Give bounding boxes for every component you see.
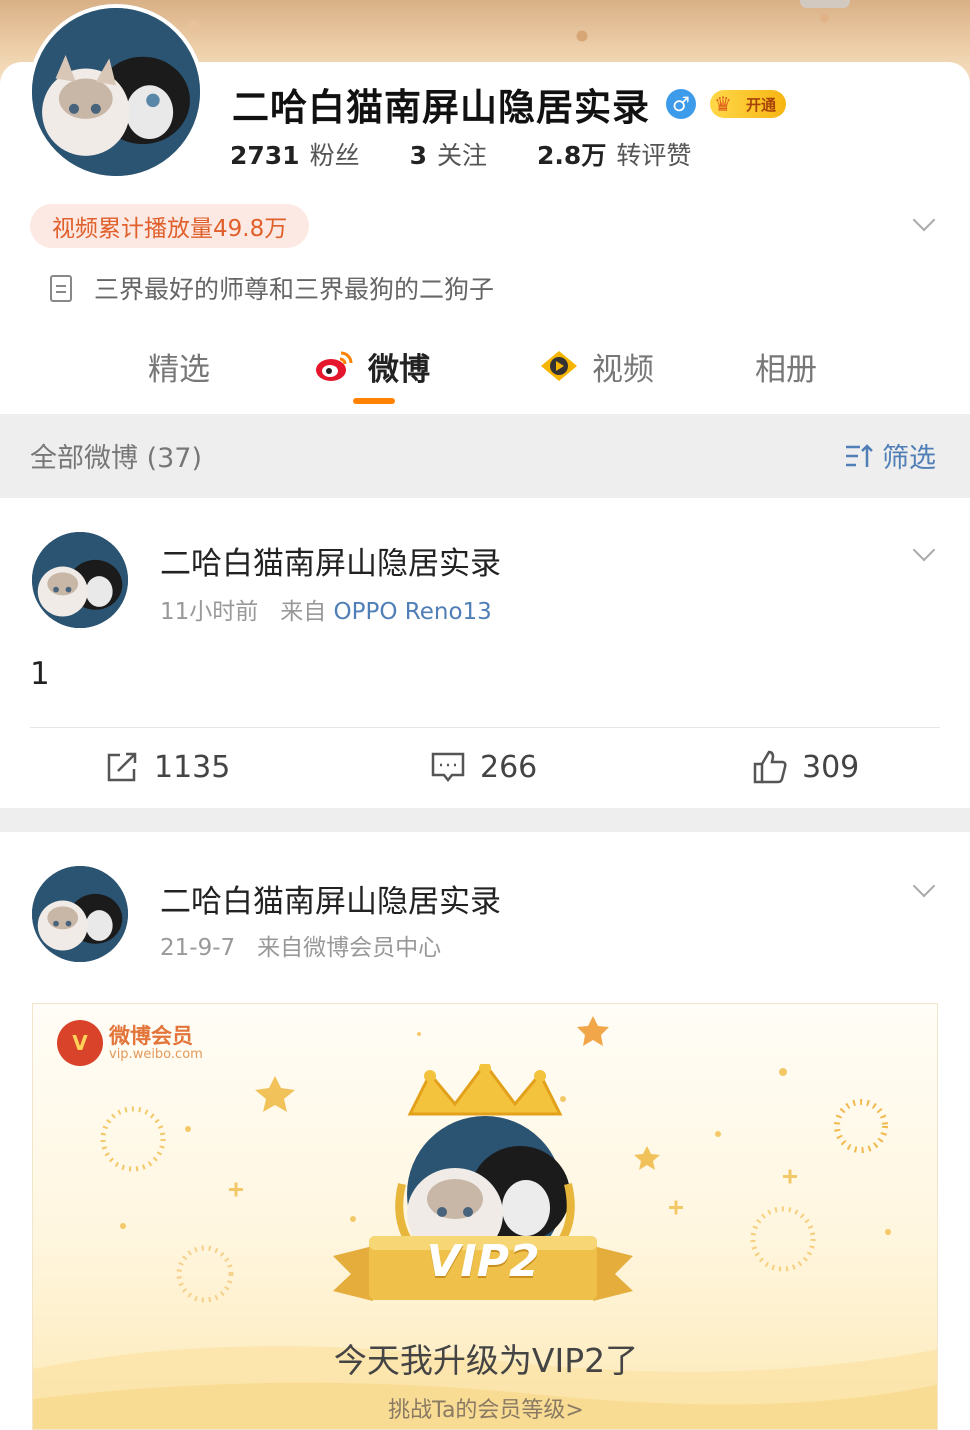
post-more-chevron-icon[interactable]	[912, 538, 936, 562]
post-time: 21-9-7	[160, 935, 236, 961]
like-count: 309	[802, 749, 860, 785]
vip-logo-url: vip.weibo.com	[109, 1046, 203, 1062]
thumbs-up-icon	[753, 750, 787, 784]
stat-following[interactable]: 3 关注	[410, 136, 487, 172]
profile-avatar[interactable]	[28, 4, 204, 180]
repost-icon	[107, 752, 137, 782]
post-divider	[30, 727, 940, 728]
bio-text: 三界最好的师尊和三界最狗的二狗子	[94, 275, 495, 304]
comment-button[interactable]: 266	[430, 737, 537, 797]
all-weibo-count: 全部微博 (37)	[30, 443, 203, 474]
pet-photo-image	[32, 866, 128, 962]
tab-featured[interactable]: 精选	[148, 338, 210, 394]
post-meta: 11小时前 来自 OPPO Reno13	[160, 592, 492, 626]
vip-upgrade-message: 今天我升级为VIP2了	[333, 1341, 639, 1380]
vip-level-text: VIP2	[426, 1236, 540, 1287]
post-source-link[interactable]: OPPO Reno13	[334, 599, 492, 625]
profile-name-row: 二哈白猫南屏山隐居实录 ♂ ♛ 开通	[232, 76, 787, 132]
repost-count: 1135	[154, 749, 231, 785]
profile-stats: 2731 粉丝 3 关注 2.8万 转评赞	[230, 136, 741, 172]
post-author-avatar[interactable]	[32, 532, 128, 628]
comment-icon	[431, 752, 465, 783]
tab-video[interactable]: 视频	[538, 338, 654, 394]
post-body-text: 1	[30, 656, 50, 692]
post-meta: 21-9-7 来自微博会员中心	[160, 928, 441, 962]
active-tab-indicator	[353, 398, 395, 404]
vip-challenge-link[interactable]: 挑战Ta的会员等级>	[33, 1392, 937, 1424]
post-source[interactable]: 微博会员中心	[303, 935, 441, 961]
like-button[interactable]: 309	[752, 737, 859, 797]
stat-interactions[interactable]: 2.8万 转评赞	[537, 136, 691, 172]
repost-button[interactable]: 1135	[104, 737, 230, 797]
status-pill	[800, 0, 850, 8]
vip-open-badge[interactable]: ♛ 开通	[710, 90, 787, 118]
tab-weibo[interactable]: 微博	[314, 338, 430, 394]
stat-followers[interactable]: 2731 粉丝	[230, 136, 360, 172]
weibo-post: 二哈白猫南屏山隐居实录 11小时前 来自 OPPO Reno13 1 1135 …	[0, 498, 970, 808]
post-author-name[interactable]: 二哈白猫南屏山隐居实录	[160, 538, 501, 583]
crown-icon: ♛	[714, 92, 732, 116]
post-author-avatar[interactable]	[32, 866, 128, 962]
profile-tabs: 精选 微博 视频 相册	[0, 338, 970, 408]
vip-logo-mark-icon: V	[57, 1020, 103, 1066]
filter-sort-icon	[846, 443, 873, 467]
weibo-vip-logo: V 微博会员 vip.weibo.com	[57, 1020, 203, 1066]
tab-album[interactable]: 相册	[755, 338, 817, 394]
vip-open-label: 开通	[746, 95, 777, 114]
filter-button[interactable]: 筛选	[844, 436, 936, 475]
post-separator	[0, 808, 970, 832]
post-from-label: 来自	[257, 935, 304, 961]
vip-logo-title: 微博会员	[109, 1023, 193, 1048]
post-from-label: 来自	[280, 599, 327, 625]
male-gender-icon: ♂	[666, 89, 696, 119]
pet-photo-image	[32, 8, 200, 176]
weibo-filter-bar: 全部微博 (37) 筛选	[0, 414, 970, 498]
video-play-count-chip[interactable]: 视频累计播放量49.8万	[30, 204, 310, 248]
video-channel-icon	[541, 351, 577, 381]
post-author-name[interactable]: 二哈白猫南屏山隐居实录	[160, 876, 501, 921]
comment-count: 266	[480, 749, 538, 785]
vip-upgrade-card[interactable]: V 微博会员 vip.weibo.com VIP2 今天我升级为VIP2了 挑战…	[32, 1003, 938, 1430]
profile-bio: 三界最好的师尊和三界最狗的二狗子	[50, 268, 494, 308]
post-time: 11小时前	[160, 599, 259, 625]
bio-document-icon	[50, 274, 72, 302]
profile-header: 二哈白猫南屏山隐居实录 ♂ ♛ 开通 2731 粉丝 3 关注 2.8万 转评赞 视频…	[0, 4, 970, 414]
profile-name: 二哈白猫南屏山隐居实录	[232, 86, 650, 129]
post-more-chevron-icon[interactable]	[912, 874, 936, 898]
post-actions: 1135 266 309	[0, 737, 970, 797]
weibo-logo-icon	[316, 351, 353, 381]
expand-profile-chevron-icon[interactable]	[912, 208, 936, 232]
pet-photo-image	[32, 532, 128, 628]
